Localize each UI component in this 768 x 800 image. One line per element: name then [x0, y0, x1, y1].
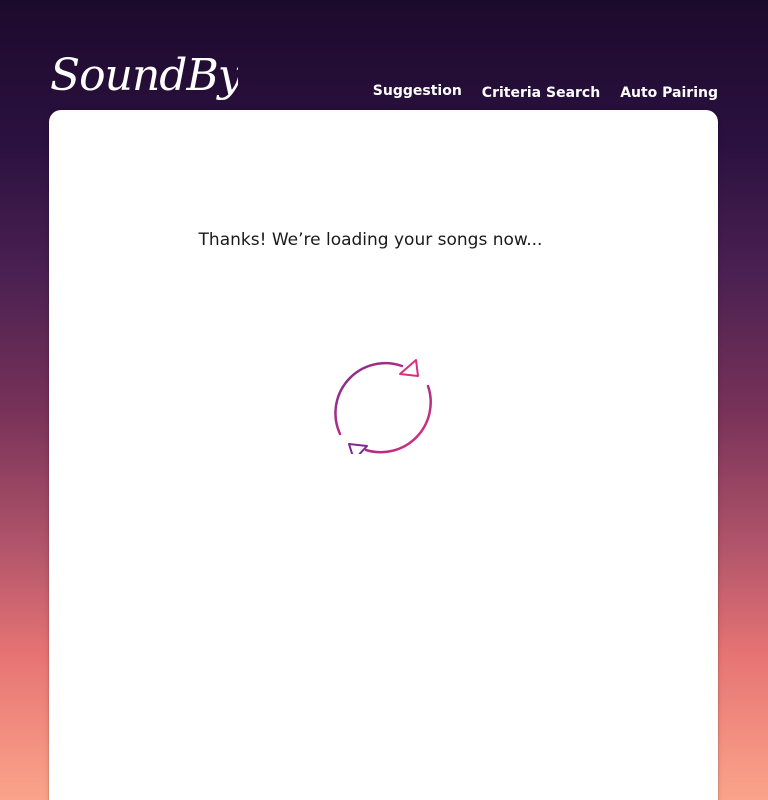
content-card: Thanks! We’re loading your songs now...	[49, 110, 718, 800]
nav-link-criteria-search[interactable]: Criteria Search	[482, 85, 600, 101]
soundbyte-logo[interactable]: SoundByte	[48, 44, 238, 110]
nav-link-suggestion[interactable]: Suggestion	[373, 83, 462, 99]
main-nav: Suggestion Criteria Search Auto Pairing	[373, 83, 718, 101]
loading-message-container: Thanks! We’re loading your songs now...	[49, 230, 718, 250]
logo-text: SoundByte	[50, 50, 238, 101]
loading-message: Thanks! We’re loading your songs now...	[198, 230, 543, 250]
nav-link-auto-pairing[interactable]: Auto Pairing	[620, 85, 718, 101]
refresh-cycle-icon	[332, 346, 438, 461]
